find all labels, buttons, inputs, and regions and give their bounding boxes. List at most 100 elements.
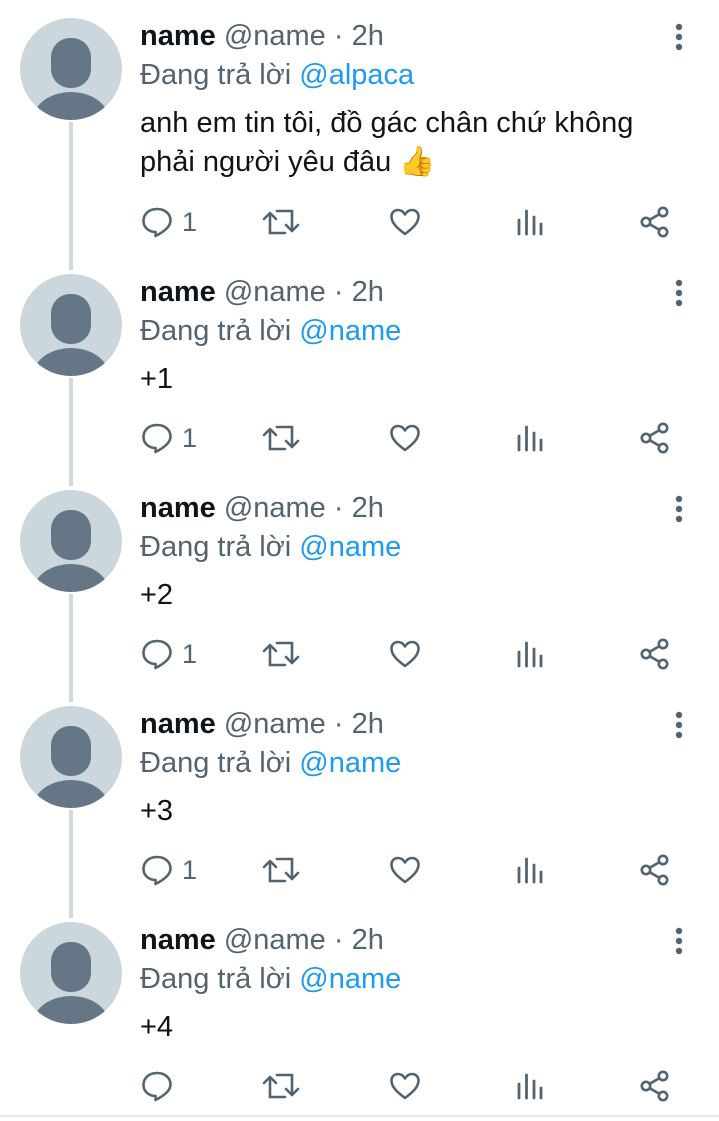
action-bar <box>140 1066 680 1106</box>
timestamp[interactable]: 2h <box>352 708 384 740</box>
reply-context: Đang trả lời @name <box>140 528 700 566</box>
reply-icon <box>142 639 172 670</box>
reply-count: 1 <box>182 638 198 669</box>
like-button[interactable] <box>388 850 422 890</box>
views-button[interactable] <box>515 1066 545 1106</box>
more-vertical-icon <box>675 23 683 51</box>
retweet-icon <box>262 641 300 667</box>
like-button[interactable] <box>388 634 422 674</box>
views-button[interactable] <box>515 418 545 458</box>
heart-icon <box>390 424 420 452</box>
analytics-icon <box>517 1073 543 1100</box>
display-name[interactable]: name <box>140 20 216 52</box>
separator-dot: · <box>333 276 344 308</box>
reply-button[interactable]: 1 <box>140 634 197 674</box>
reply-mention-link[interactable]: @name <box>299 531 401 563</box>
action-bar: 1 <box>140 418 680 458</box>
default-avatar-icon <box>32 294 110 376</box>
retweet-button[interactable] <box>261 418 301 458</box>
views-button[interactable] <box>515 634 545 674</box>
display-name[interactable]: name <box>140 708 216 740</box>
like-button[interactable] <box>388 418 422 458</box>
share-button[interactable] <box>638 850 672 890</box>
more-options-button[interactable] <box>667 22 691 52</box>
reply-count: 1 <box>182 422 198 453</box>
analytics-icon <box>517 857 543 884</box>
retweet-button[interactable] <box>261 1066 301 1106</box>
reply-icon <box>142 855 172 886</box>
user-handle[interactable]: @name <box>224 20 326 52</box>
reply-count: 1 <box>182 854 198 885</box>
share-button[interactable] <box>638 202 672 242</box>
share-icon <box>640 1070 669 1102</box>
avatar[interactable] <box>20 706 122 808</box>
display-name[interactable]: name <box>140 924 216 956</box>
avatar[interactable] <box>20 274 122 376</box>
list-divider <box>0 1115 719 1117</box>
more-vertical-icon <box>675 279 683 307</box>
share-button[interactable] <box>638 418 672 458</box>
share-icon <box>640 638 669 670</box>
timestamp[interactable]: 2h <box>352 20 384 52</box>
display-name[interactable]: name <box>140 276 216 308</box>
tweet[interactable]: name @name · 2h Đang trả lời @name +2 1 <box>0 472 719 688</box>
views-button[interactable] <box>515 202 545 242</box>
avatar[interactable] <box>20 490 122 592</box>
more-options-button[interactable] <box>667 926 691 956</box>
user-handle[interactable]: @name <box>224 276 326 308</box>
share-button[interactable] <box>638 1066 672 1106</box>
default-avatar-icon <box>32 726 110 808</box>
separator-dot: · <box>333 708 344 740</box>
reply-mention-link[interactable]: @alpaca <box>299 59 414 91</box>
reply-mention-link[interactable]: @name <box>299 963 401 995</box>
retweet-button[interactable] <box>261 850 301 890</box>
tweet[interactable]: name @name · 2h Đang trả lời @name +4 <box>0 904 719 1120</box>
reply-button[interactable]: 1 <box>140 850 197 890</box>
timestamp[interactable]: 2h <box>352 924 384 956</box>
reply-prefix: Đang trả lời <box>140 59 292 91</box>
retweet-icon <box>262 857 300 883</box>
tweet[interactable]: name @name · 2h Đang trả lời @name +3 1 <box>0 688 719 904</box>
reply-mention-link[interactable]: @name <box>299 315 401 347</box>
reply-icon <box>142 1071 172 1102</box>
tweet-text: +2 <box>140 579 174 611</box>
reply-mention-link[interactable]: @name <box>299 747 401 779</box>
reply-prefix: Đang trả lời <box>140 963 292 995</box>
share-button[interactable] <box>638 634 672 674</box>
retweet-icon <box>262 425 300 451</box>
like-button[interactable] <box>388 1066 422 1106</box>
more-options-button[interactable] <box>667 278 691 308</box>
retweet-button[interactable] <box>261 202 301 242</box>
reply-prefix: Đang trả lời <box>140 315 292 347</box>
reply-button[interactable] <box>140 1066 182 1106</box>
like-button[interactable] <box>388 202 422 242</box>
avatar[interactable] <box>20 922 122 1024</box>
heart-icon <box>390 208 420 236</box>
analytics-icon <box>517 641 543 668</box>
user-handle[interactable]: @name <box>224 492 326 524</box>
tweet[interactable]: name @name · 2h Đang trả lời @name +1 1 <box>0 256 719 472</box>
views-button[interactable] <box>515 850 545 890</box>
retweet-button[interactable] <box>261 634 301 674</box>
reply-context: Đang trả lời @name <box>140 312 700 350</box>
tweet[interactable]: name @name · 2h Đang trả lời @alpaca anh… <box>0 0 719 256</box>
user-handle[interactable]: @name <box>224 708 326 740</box>
default-avatar-icon <box>32 38 110 120</box>
more-vertical-icon <box>675 927 683 955</box>
analytics-icon <box>517 425 543 452</box>
more-vertical-icon <box>675 495 683 523</box>
tweet-text: +3 <box>140 795 174 827</box>
reply-icon <box>142 207 172 238</box>
more-options-button[interactable] <box>667 710 691 740</box>
display-name[interactable]: name <box>140 492 216 524</box>
more-options-button[interactable] <box>667 494 691 524</box>
default-avatar-icon <box>32 942 110 1024</box>
share-icon <box>640 854 669 886</box>
tweet-text: +4 <box>140 1011 174 1043</box>
reply-button[interactable]: 1 <box>140 202 197 242</box>
avatar[interactable] <box>20 18 122 120</box>
user-handle[interactable]: @name <box>224 924 326 956</box>
timestamp[interactable]: 2h <box>352 492 384 524</box>
reply-button[interactable]: 1 <box>140 418 197 458</box>
timestamp[interactable]: 2h <box>352 276 384 308</box>
